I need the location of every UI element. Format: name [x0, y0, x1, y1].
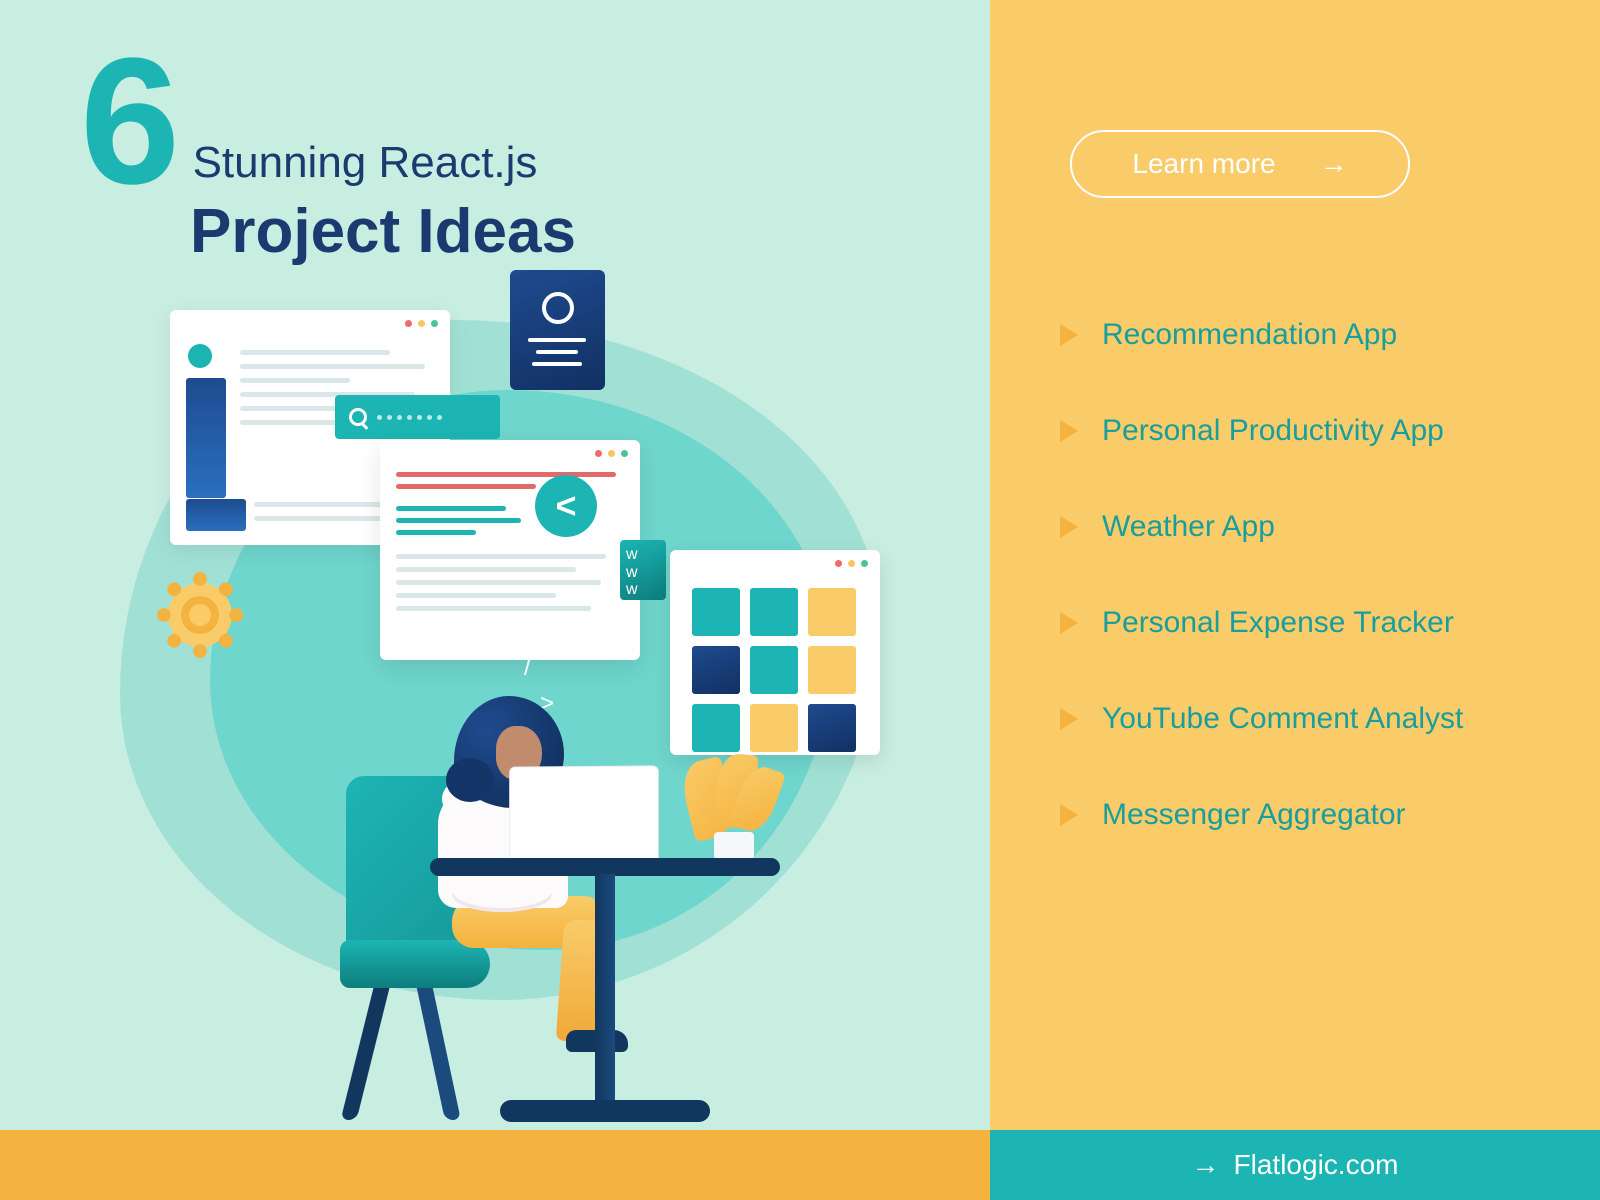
- list-item[interactable]: Messenger Aggregator: [1060, 798, 1540, 832]
- list-item-label: YouTube Comment Analyst: [1102, 702, 1463, 736]
- glyph-slash: /: [524, 654, 531, 682]
- www-chip-icon: w w w: [620, 540, 666, 600]
- heading-title: Project Ideas: [190, 196, 576, 267]
- search-chip-icon: [335, 395, 500, 439]
- triangle-icon: [1060, 804, 1078, 826]
- list-item-label: Personal Productivity App: [1102, 414, 1444, 448]
- arrow-right-icon: →: [1320, 148, 1348, 180]
- triangle-icon: [1060, 324, 1078, 346]
- list-item-label: Recommendation App: [1102, 318, 1397, 352]
- window-card-2: [380, 440, 640, 660]
- code-badge-icon: <: [535, 475, 597, 537]
- arrow-right-icon: →: [1192, 1149, 1220, 1181]
- footer-accent: [0, 1130, 990, 1200]
- window-card-grid: [670, 550, 880, 755]
- sidebar-panel: Learn more → Recommendation App Personal…: [990, 0, 1600, 1130]
- list-item-label: Weather App: [1102, 510, 1275, 544]
- gear-icon: [165, 580, 235, 650]
- list-item[interactable]: Personal Productivity App: [1060, 414, 1540, 448]
- list-item[interactable]: Weather App: [1060, 510, 1540, 544]
- footer-brand-link[interactable]: → Flatlogic.com: [990, 1130, 1600, 1200]
- learn-more-label: Learn more: [1132, 148, 1275, 180]
- heading-subtitle: Stunning React.js: [193, 138, 538, 188]
- list-item[interactable]: YouTube Comment Analyst: [1060, 702, 1540, 736]
- learn-more-button[interactable]: Learn more →: [1070, 130, 1410, 198]
- list-item[interactable]: Personal Expense Tracker: [1060, 606, 1540, 640]
- triangle-icon: [1060, 420, 1078, 442]
- hero-illustration: < w w w / >: [80, 280, 930, 1130]
- plant-icon: [686, 754, 781, 862]
- desk-illustration: [350, 830, 770, 1110]
- hero-panel: 6 Stunning React.js Project Ideas: [0, 0, 990, 1130]
- ideas-list: Recommendation App Personal Productivity…: [1060, 318, 1540, 832]
- heading-block: 6 Stunning React.js Project Ideas: [80, 50, 576, 267]
- list-item[interactable]: Recommendation App: [1060, 318, 1540, 352]
- triangle-icon: [1060, 708, 1078, 730]
- list-item-label: Personal Expense Tracker: [1102, 606, 1454, 640]
- id-card-icon: [510, 270, 605, 390]
- triangle-icon: [1060, 612, 1078, 634]
- heading-number: 6: [80, 50, 180, 194]
- footer-brand-label: Flatlogic.com: [1234, 1149, 1399, 1181]
- triangle-icon: [1060, 516, 1078, 538]
- laptop-icon: [509, 765, 659, 862]
- list-item-label: Messenger Aggregator: [1102, 798, 1406, 832]
